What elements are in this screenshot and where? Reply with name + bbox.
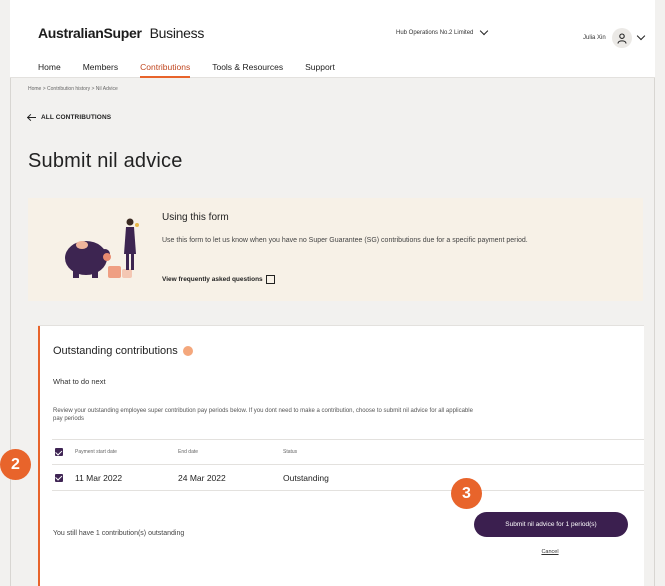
warning-icon	[182, 346, 193, 356]
select-all-checkbox[interactable]	[55, 440, 63, 464]
chevron-down-icon	[636, 31, 645, 41]
organisation-selector[interactable]: Hub Operations No.2 Limited	[396, 26, 489, 36]
checkbox-checked-icon	[55, 448, 63, 456]
breadcrumb[interactable]: Home > Contribution history > Nil Advice	[28, 86, 118, 92]
outstanding-contributions-card: Outstanding contributions What to do nex…	[38, 325, 644, 586]
card-title-text: Outstanding contributions	[53, 345, 178, 357]
chevron-down-icon	[480, 26, 489, 36]
piggy-bank-illustration	[65, 218, 139, 278]
user-menu[interactable]: Julia Xin	[583, 28, 645, 48]
review-text: Review your outstanding employee super c…	[53, 408, 473, 422]
step-marker-3: 3	[451, 478, 482, 509]
external-link-icon	[265, 275, 275, 284]
brand-suffix: Business	[149, 25, 205, 41]
back-link[interactable]: ALL CONTRIBUTIONS	[28, 114, 111, 121]
column-header-status: Status	[283, 449, 298, 455]
row-start-date: 11 Mar 2022	[75, 472, 123, 483]
faq-link-label: View frequently asked questions	[162, 276, 263, 283]
nav-home[interactable]: Home	[38, 60, 61, 78]
submit-nil-advice-button[interactable]: Submit nil advice for 1 period(s)	[474, 512, 628, 537]
nav-contributions[interactable]: Contributions	[140, 60, 191, 78]
remaining-text: You still have 1 contribution(s) outstan…	[53, 530, 185, 537]
nav-tools-resources[interactable]: Tools & Resources	[212, 60, 283, 78]
info-text: Use this form to let us know when you ha…	[162, 237, 528, 244]
row-status: Outstanding	[283, 472, 329, 483]
user-name: Julia Xin	[583, 35, 606, 41]
step-marker-2: 2	[0, 449, 31, 480]
column-header-end: End date	[178, 449, 199, 455]
page-title: Submit nil advice	[28, 150, 183, 172]
brand-name: AustralianSuper	[38, 25, 142, 41]
cancel-link[interactable]: Cancel	[533, 549, 567, 555]
header: AustralianSuper Business Hub Operations …	[10, 0, 655, 78]
arrow-left-icon	[28, 116, 36, 119]
table-row: 11 Mar 2022 24 Mar 2022 Outstanding	[52, 465, 644, 491]
main-nav: Home Members Contributions Tools & Resou…	[38, 60, 357, 78]
info-panel: Using this form Use this form to let us …	[28, 198, 643, 301]
faq-link[interactable]: View frequently asked questions	[162, 275, 275, 284]
organisation-name: Hub Operations No.2 Limited	[396, 30, 474, 36]
next-heading: What to do next	[53, 377, 106, 386]
nav-support[interactable]: Support	[305, 60, 335, 78]
table-header: Payment start date End date Status	[52, 439, 644, 465]
card-title: Outstanding contributions	[53, 345, 193, 357]
brand-logo[interactable]: AustralianSuper Business	[38, 25, 204, 41]
checkbox-checked-icon	[55, 473, 63, 482]
user-icon	[611, 28, 632, 48]
card-accent-bar	[38, 326, 40, 586]
nav-members[interactable]: Members	[83, 60, 118, 78]
column-header-start: Payment start date	[75, 449, 117, 455]
back-link-label: ALL CONTRIBUTIONS	[41, 114, 112, 121]
row-end-date: 24 Mar 2022	[178, 472, 226, 483]
info-title: Using this form	[162, 212, 229, 223]
row-checkbox[interactable]	[55, 465, 63, 490]
